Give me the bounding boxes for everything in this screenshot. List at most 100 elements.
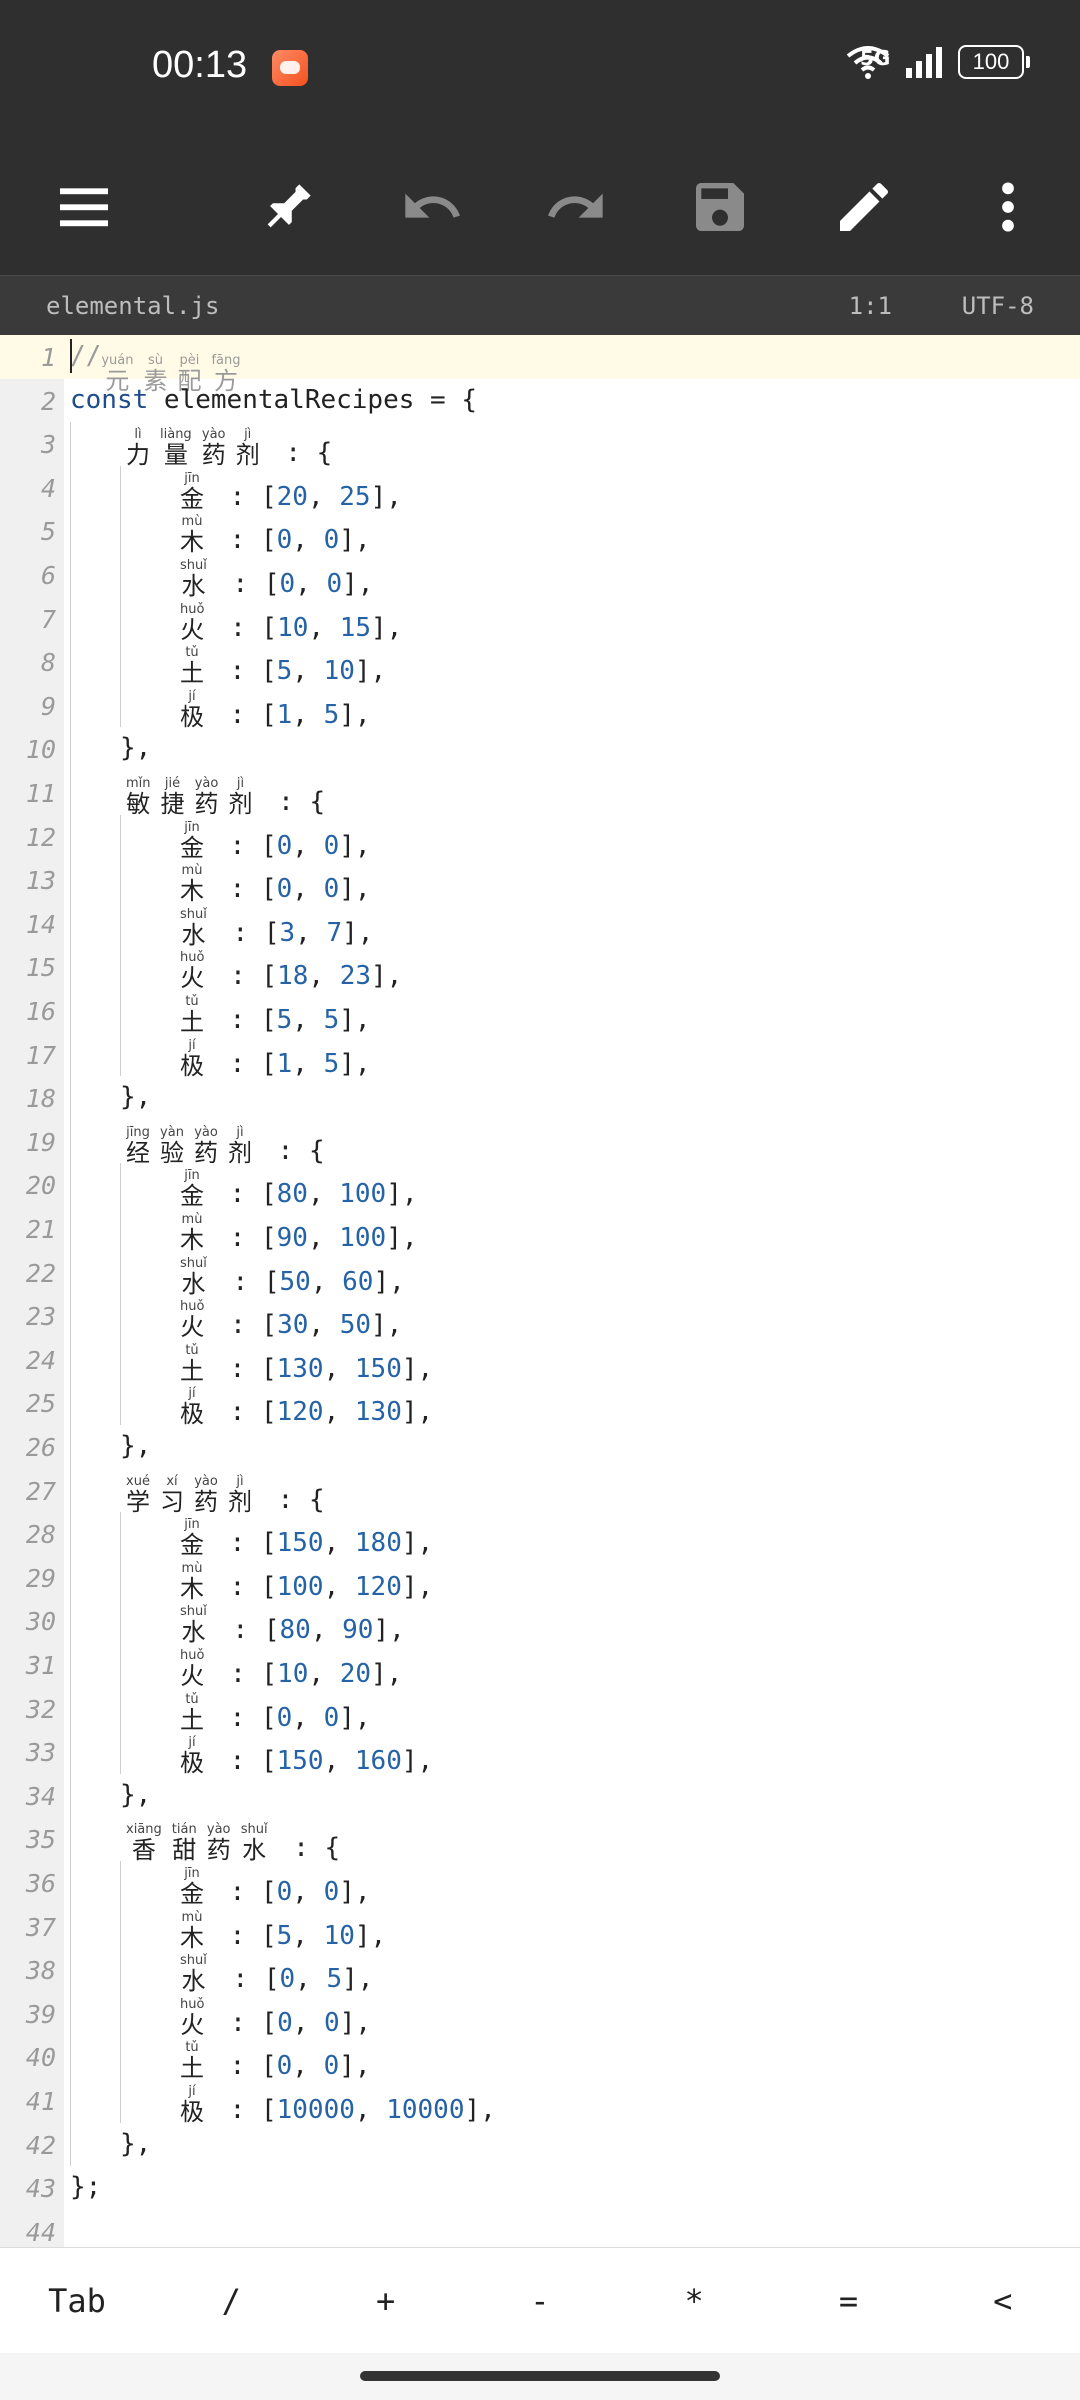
pinyin-annotation: jīn <box>184 1168 200 1184</box>
ruby-char: shuǐ 水 <box>180 559 207 600</box>
file-name[interactable]: elemental.js <box>46 292 219 320</box>
more-button[interactable] <box>966 165 1050 249</box>
han-char: 药 <box>206 1836 231 1865</box>
key-1[interactable]: / <box>154 2248 308 2354</box>
key-2[interactable]: + <box>309 2248 463 2354</box>
code-line[interactable]: 8 tǔ 土 : [5, 10], <box>0 640 1080 687</box>
pinyin-annotation: mù <box>181 514 203 530</box>
edit-button[interactable] <box>822 165 906 249</box>
home-indicator[interactable] <box>360 2371 720 2381</box>
code-line[interactable]: 21 mù 木 : [90, 100], <box>0 1207 1080 1254</box>
code-line[interactable]: 20 jīn 金 : [80, 100], <box>0 1163 1080 1210</box>
code-line[interactable]: 10}, <box>0 727 1080 771</box>
code-line[interactable]: 43}; <box>0 2166 1080 2210</box>
punctuation: ], <box>401 1746 434 1777</box>
code-line[interactable]: 37 mù 木 : [5, 10], <box>0 1905 1080 1951</box>
battery-icon: 100 <box>958 45 1030 79</box>
code-line[interactable]: 25 jí 极 : [120, 130], <box>0 1381 1080 1428</box>
code-line[interactable]: 5 mù 木 : [0, 0], <box>0 509 1080 556</box>
pinyin-annotation: jīn <box>184 819 200 835</box>
pinyin-annotation: jīn <box>184 1866 200 1881</box>
menu-button[interactable] <box>42 165 126 249</box>
line-number: 16 <box>25 997 56 1026</box>
code-line[interactable]: 39 huǒ 火 : [0, 0], <box>0 1992 1080 2038</box>
ruby-char: mù 木 <box>180 1213 204 1254</box>
code-line[interactable]: 23 huǒ 火 : [30, 50], <box>0 1294 1080 1341</box>
code-line[interactable]: 24 tǔ 土 : [130, 150], <box>0 1338 1080 1384</box>
file-encoding[interactable]: UTF-8 <box>962 292 1034 320</box>
code-line[interactable]: 22 shuǐ 水 : [50, 60], <box>0 1251 1080 1297</box>
code-line[interactable]: 36 jīn 金 : [0, 0], <box>0 1861 1080 1908</box>
code-line[interactable]: 28 jīn 金 : [150, 180], <box>0 1512 1080 1559</box>
undo-button[interactable] <box>390 165 474 249</box>
code-line[interactable]: 17 jí 极 : [1, 5], <box>0 1033 1080 1079</box>
punctuation: , <box>292 2007 325 2038</box>
code-line[interactable]: 27 xué 学 xí 习 yào 药 jì 剂 : { <box>0 1469 1080 1515</box>
code-line[interactable]: 2 const elementalRecipes = { <box>0 379 1080 423</box>
code-line[interactable]: 18}, <box>0 1076 1080 1120</box>
code-line[interactable]: 30 shuǐ 水 : [80, 90], <box>0 1599 1080 1646</box>
code-line[interactable]: 33 jí 极 : [150, 160], <box>0 1730 1080 1777</box>
punctuation: [ <box>260 1877 277 1907</box>
code-text: tǔ 土 : [130, 150], <box>180 1343 433 1384</box>
number-literal: 100 <box>339 1223 387 1253</box>
array-value: [0, 0], <box>261 874 371 904</box>
key-6[interactable]: < <box>926 2248 1080 2354</box>
punctuation: [ <box>260 1223 277 1253</box>
code-line[interactable]: 34}, <box>0 1774 1080 1818</box>
code-line[interactable]: 1//yuán 元 sù 素 pèi 配 fāng 方 <box>0 335 1080 394</box>
pin-button[interactable] <box>246 165 330 249</box>
code-text: jīn 金 : [150, 180], <box>180 1518 433 1559</box>
ruby-char: mù 木 <box>180 1910 204 1951</box>
number-literal: 1 <box>276 1048 293 1079</box>
code-line[interactable]: 41 jí 极 : [10000, 10000], <box>0 2079 1080 2126</box>
code-line[interactable]: 11 mǐn 敏 jié 捷 yào 药 jì 剂 : { <box>0 771 1080 818</box>
code-line[interactable]: 26}, <box>0 1425 1080 1469</box>
code-line[interactable]: 40 tǔ 土 : [0, 0], <box>0 2035 1080 2082</box>
punctuation: , <box>308 961 340 992</box>
code-line[interactable]: 14 shuǐ 水 : [3, 7], <box>0 902 1080 948</box>
code-line[interactable]: 13 mù 木 : [0, 0], <box>0 858 1080 905</box>
code-line[interactable]: 38 shuǐ 水 : [0, 5], <box>0 1948 1080 1995</box>
code-line[interactable]: 6 shuǐ 水 : [0, 0], <box>0 553 1080 600</box>
punctuation: , <box>308 612 340 643</box>
punctuation: ], <box>339 525 371 556</box>
code-line[interactable]: 31 huǒ 火 : [10, 20], <box>0 1643 1080 1690</box>
key-0[interactable]: Tab <box>0 2248 154 2354</box>
code-line[interactable]: 19 jīng 经 yàn 验 yào 药 jì 剂 : { <box>0 1120 1080 1167</box>
game-icon <box>272 50 308 86</box>
number-literal: 18 <box>277 961 309 992</box>
code-line[interactable]: 7 huǒ 火 : [10, 15], <box>0 597 1080 643</box>
han-char: 水 <box>242 1836 267 1865</box>
key-separator: : <box>214 2095 261 2125</box>
punctuation: , <box>292 2051 324 2082</box>
key-5[interactable]: = <box>772 2248 926 2354</box>
code-line[interactable]: 35 xiāng 香 tián 甜 yào 药 shuǐ 水 : { <box>0 1817 1080 1865</box>
key-4[interactable]: * <box>617 2248 771 2354</box>
code-line[interactable]: 15 huǒ 火 : [18, 23], <box>0 945 1080 992</box>
keyword-const: const <box>70 384 149 415</box>
code-line[interactable]: 12 jīn 金 : [0, 0], <box>0 815 1080 861</box>
code-line[interactable]: 42}, <box>0 2123 1080 2167</box>
line-number: 4 <box>40 473 56 503</box>
han-char: 木 <box>180 1574 204 1603</box>
code-line[interactable]: 32 tǔ 土 : [0, 0], <box>0 1687 1080 1733</box>
han-char: 验 <box>160 1138 184 1167</box>
key-3[interactable]: - <box>463 2248 617 2354</box>
code-line[interactable]: 16 tǔ 土 : [5, 5], <box>0 989 1080 1036</box>
save-button[interactable] <box>678 165 762 249</box>
code-line[interactable]: 3 lì 力 liàng 量 yào 药 jì 剂 : { <box>0 422 1080 469</box>
redo-button[interactable] <box>534 165 618 249</box>
code-line[interactable]: 44 <box>0 2210 1080 2247</box>
number-literal: 10 <box>277 1659 309 1689</box>
code-line[interactable]: 9 jí 极 : [1, 5], <box>0 684 1080 730</box>
key-separator: : <box>214 1048 261 1079</box>
line-number: 24 <box>25 1345 56 1375</box>
line-number: 38 <box>25 1956 56 1986</box>
key-separator: : <box>214 612 262 643</box>
han-char: 经 <box>126 1138 150 1167</box>
code-line[interactable]: 4 jīn 金 : [20, 25], <box>0 466 1080 512</box>
pinyin-annotation: xiāng <box>126 1822 162 1838</box>
code-line[interactable]: 29 mù 木 : [100, 120], <box>0 1556 1080 1603</box>
code-editor[interactable]: 1//yuán 元 sù 素 pèi 配 fāng 方 2 const elementalReci… <box>0 335 1080 2247</box>
